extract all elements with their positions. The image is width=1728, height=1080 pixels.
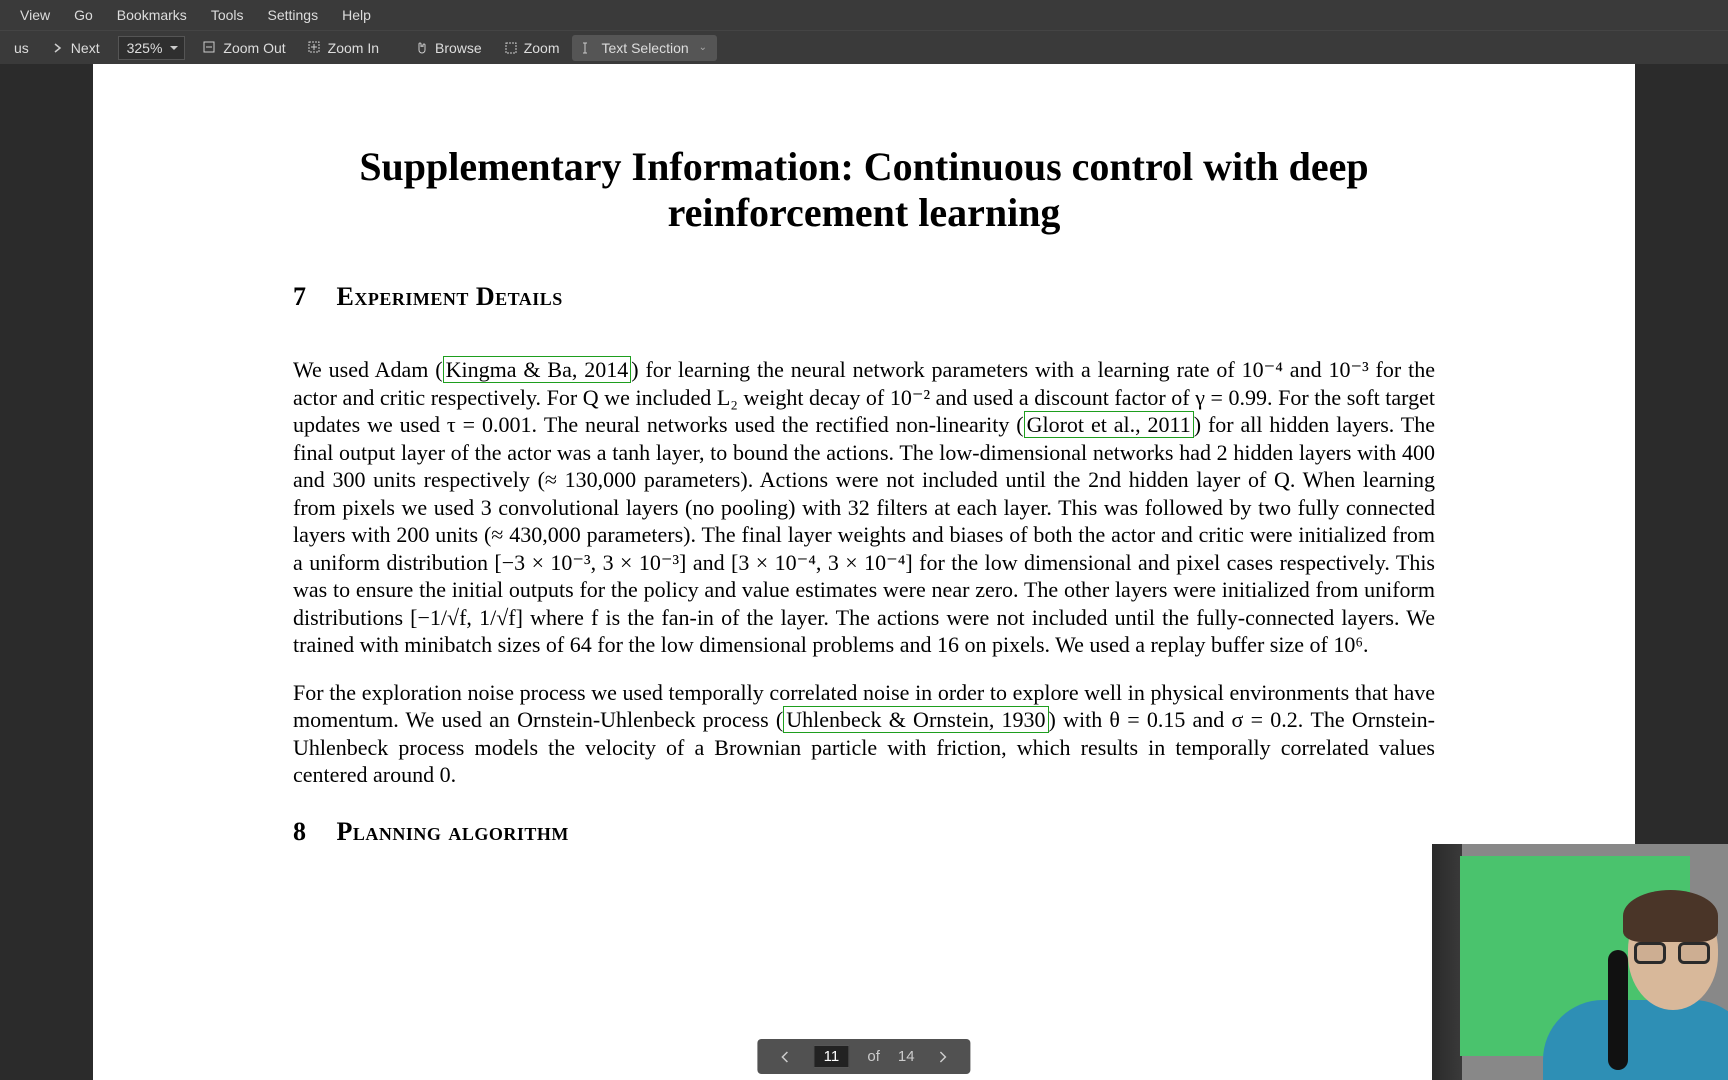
text-selection-label: Text Selection (602, 40, 689, 56)
pdf-page: Supplementary Information: Continuous co… (93, 64, 1635, 1080)
next-button[interactable]: Next (41, 35, 110, 61)
section-name: Experiment Details (337, 282, 563, 311)
hand-icon (415, 41, 429, 55)
section-number: 7 (293, 282, 306, 312)
text-selection-button[interactable]: Text Selection ⌄ (572, 35, 718, 61)
section-number-8: 8 (293, 817, 306, 847)
dropdown-icon: ⌄ (699, 42, 707, 53)
page-prev-button[interactable] (773, 1050, 795, 1064)
chevron-left-icon: us (14, 40, 29, 56)
section-name-8: Planning algorithm (337, 817, 569, 846)
zoom-tool-button[interactable]: Zoom (494, 35, 570, 61)
zoom-out-icon (203, 41, 217, 55)
menu-view[interactable]: View (8, 1, 62, 29)
zoom-level-select[interactable]: 325% (118, 36, 186, 60)
menu-bookmarks[interactable]: Bookmarks (105, 1, 199, 29)
browse-label: Browse (435, 40, 482, 56)
zoom-in-label: Zoom In (328, 40, 379, 56)
citation-uhlenbeck[interactable]: Uhlenbeck & Ornstein, 1930 (783, 706, 1048, 733)
next-label: Next (71, 40, 100, 56)
citation-glorot[interactable]: Glorot et al., 2011 (1024, 411, 1194, 438)
zoom-out-label: Zoom Out (223, 40, 285, 56)
zoom-in-button[interactable]: Zoom In (298, 35, 389, 61)
document-title: Supplementary Information: Continuous co… (293, 144, 1435, 236)
browse-button[interactable]: Browse (405, 35, 492, 61)
text-selection-icon (582, 41, 596, 55)
menu-help[interactable]: Help (330, 1, 383, 29)
zoom-level-value: 325% (127, 40, 163, 56)
menu-go[interactable]: Go (62, 1, 105, 29)
zoom-out-button[interactable]: Zoom Out (193, 35, 295, 61)
paragraph-2: For the exploration noise process we use… (293, 679, 1435, 789)
citation-kingma-ba[interactable]: Kingma & Ba, 2014 (443, 356, 632, 383)
page-total: 14 (898, 1048, 915, 1065)
chevron-right-icon (51, 41, 65, 55)
page-next-button[interactable] (933, 1050, 955, 1064)
menu-settings[interactable]: Settings (256, 1, 331, 29)
page-number-input[interactable] (813, 1045, 849, 1068)
page-navigator: of 14 (757, 1039, 970, 1074)
prev-button[interactable]: us (4, 35, 39, 61)
menu-tools[interactable]: Tools (199, 1, 256, 29)
zoom-label: Zoom (524, 40, 560, 56)
zoom-in-icon (308, 41, 322, 55)
page-of-label: of (867, 1048, 880, 1065)
webcam-overlay (1432, 844, 1728, 1080)
zoom-icon (504, 41, 518, 55)
paragraph-1: We used Adam (Kingma & Ba, 2014) for lea… (293, 356, 1435, 659)
